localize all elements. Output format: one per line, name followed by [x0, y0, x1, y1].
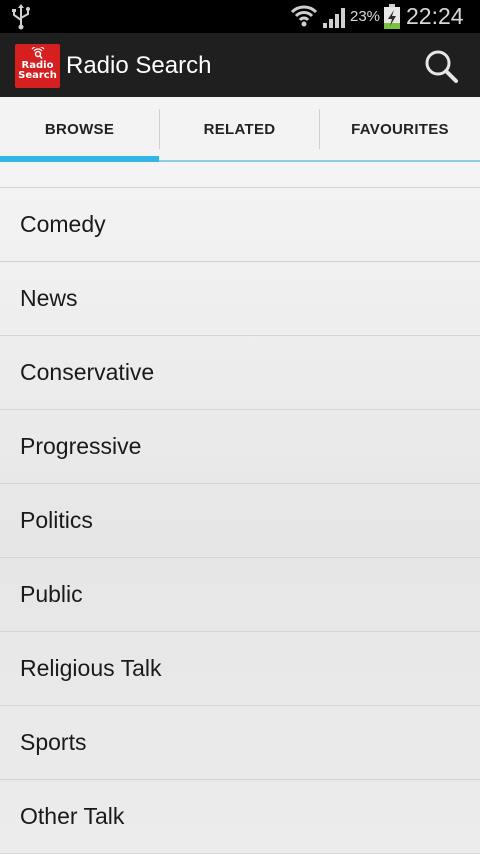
list-item-comedy[interactable]: Comedy: [0, 188, 480, 262]
app-title: Radio Search: [66, 52, 212, 79]
list-item-conservative[interactable]: Conservative: [0, 336, 480, 410]
radio-waves-icon: [31, 47, 45, 59]
list-item-sports[interactable]: Sports: [0, 706, 480, 780]
clock: 22:24: [406, 3, 464, 29]
list-item-news[interactable]: News: [0, 262, 480, 336]
tab-browse[interactable]: BROWSE: [0, 97, 159, 162]
list-item-label: Religious Talk: [20, 655, 162, 681]
genre-list: Comedy News Conservative Progressive Pol…: [0, 188, 480, 854]
tab-related[interactable]: RELATED: [160, 97, 319, 162]
battery-charging-icon: [384, 4, 400, 29]
search-button[interactable]: [420, 45, 464, 89]
usb-icon: [12, 4, 30, 30]
list-item-label: Comedy: [20, 211, 106, 237]
list-item-label: Sports: [20, 729, 87, 755]
wifi-icon: [290, 5, 318, 27]
search-icon: [425, 50, 458, 83]
list-item-label: Progressive: [20, 433, 142, 459]
tab-favourites[interactable]: FAVOURITES: [320, 97, 480, 162]
tab-bar: BROWSE RELATED FAVOURITES: [0, 97, 480, 162]
status-bar: 23% 22:24: [0, 0, 480, 33]
list-item-label: Conservative: [20, 359, 155, 385]
list-item-label: News: [20, 285, 78, 311]
list-item-politics[interactable]: Politics: [0, 484, 480, 558]
list-item-label: Public: [20, 581, 83, 607]
list-item-label: Other Talk: [20, 803, 125, 829]
list-item-label: Politics: [20, 507, 93, 533]
battery-percent: 23%: [350, 8, 381, 25]
list-item-progressive[interactable]: Progressive: [0, 410, 480, 484]
signal-icon: [323, 8, 345, 28]
action-bar: Radio Search Radio Search: [0, 33, 480, 97]
list-item-other-talk[interactable]: Other Talk: [0, 780, 480, 854]
app-logo[interactable]: Radio Search: [15, 44, 60, 88]
genre-list-container[interactable]: Comedy News Conservative Progressive Pol…: [0, 162, 480, 854]
list-item-religious-talk[interactable]: Religious Talk: [0, 632, 480, 706]
list-item-public[interactable]: Public: [0, 558, 480, 632]
logo-text: Radio Search: [18, 60, 57, 81]
